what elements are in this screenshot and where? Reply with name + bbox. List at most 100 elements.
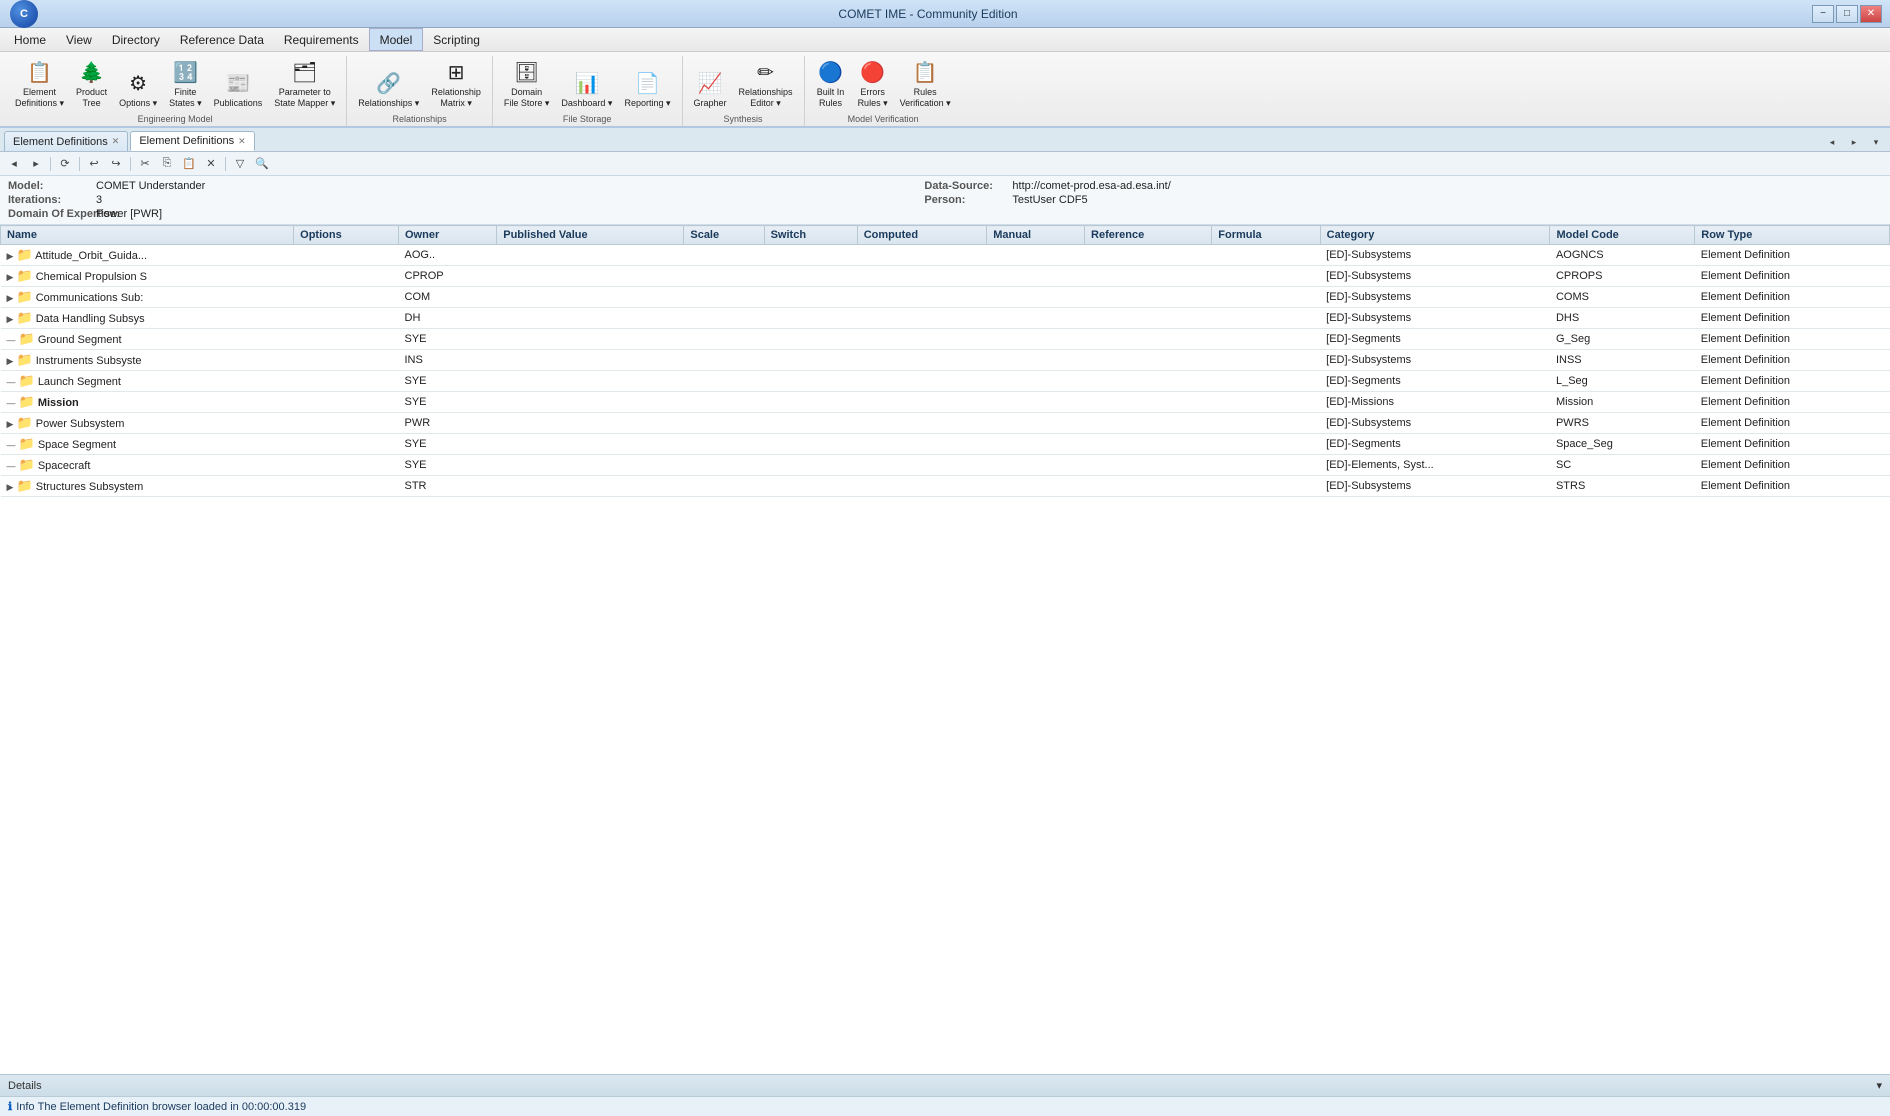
relationships-button[interactable]: 🔗 Relationships ▾ <box>353 56 424 112</box>
cell-category-6: [ED]-Segments <box>1320 371 1550 392</box>
expand-arrow-11[interactable]: ▶ <box>7 482 14 492</box>
table-row[interactable]: — 📁 Launch Segment SYE [ED]-Segments L_S… <box>1 371 1890 392</box>
col-options: Options <box>294 226 399 245</box>
redo-button[interactable]: ↪ <box>106 155 126 173</box>
engineering-group-label: Engineering Model <box>10 114 340 124</box>
tab-close-1[interactable]: ✕ <box>112 136 120 147</box>
cell-row-type-2: Element Definition <box>1695 287 1890 308</box>
back-button[interactable]: ◂ <box>4 155 24 173</box>
table-row[interactable]: ▶ 📁 Communications Sub: COM [ED]-Subsyst… <box>1 287 1890 308</box>
row-name-0: Attitude_Orbit_Guida... <box>35 250 147 262</box>
dashboard-button[interactable]: 📊 Dashboard ▾ <box>556 56 617 112</box>
cell-name-8: ▶ 📁 Power Subsystem <box>1 413 294 434</box>
row-name-5: Instruments Subsyste <box>36 355 142 367</box>
cell-owner-3: DH <box>399 308 497 329</box>
table-row[interactable]: — 📁 Mission SYE [ED]-Missions Mission El… <box>1 392 1890 413</box>
maximize-button[interactable]: □ <box>1836 5 1858 23</box>
synthesis-buttons: 📈 Grapher ✏ RelationshipsEditor ▾ <box>689 56 798 112</box>
param-state-icon: 🗂 <box>292 60 317 85</box>
tab-element-definitions-1[interactable]: Element Definitions ✕ <box>4 131 128 151</box>
expand-arrow-0[interactable]: ▶ <box>7 251 14 261</box>
row-name-8: Power Subsystem <box>36 418 125 430</box>
cell-options-7 <box>294 392 399 413</box>
options-button[interactable]: ⚙ Options ▾ <box>114 56 162 112</box>
relationships-editor-button[interactable]: ✏ RelationshipsEditor ▾ <box>734 56 798 112</box>
cell-row-type-7: Element Definition <box>1695 392 1890 413</box>
cell-options-5 <box>294 350 399 371</box>
engineering-buttons: 📋 ElementDefinitions ▾ 🌲 ProductTree ⚙ O… <box>10 56 340 112</box>
delete-button[interactable]: ✕ <box>201 155 221 173</box>
folder-icon-5: 📁 <box>16 352 32 367</box>
publications-button[interactable]: 📰 Publications <box>209 56 268 112</box>
menu-model[interactable]: Model <box>369 28 424 51</box>
menu-directory[interactable]: Directory <box>102 28 170 51</box>
grapher-button[interactable]: 📈 Grapher <box>689 56 732 112</box>
table-row[interactable]: — 📁 Spacecraft SYE [ED]-Elements, Syst..… <box>1 455 1890 476</box>
expand-arrow-10[interactable]: — <box>7 461 16 471</box>
menu-reference-data[interactable]: Reference Data <box>170 28 274 51</box>
rules-verification-button[interactable]: 📋 RulesVerification ▾ <box>895 56 956 112</box>
cell-manual-8 <box>987 413 1085 434</box>
finite-states-button[interactable]: 🔢 FiniteStates ▾ <box>164 56 207 112</box>
table-row[interactable]: ▶ 📁 Instruments Subsyste INS [ED]-Subsys… <box>1 350 1890 371</box>
table-row[interactable]: ▶ 📁 Power Subsystem PWR [ED]-Subsystems … <box>1 413 1890 434</box>
folder-icon-11: 📁 <box>16 478 32 493</box>
expand-arrow-2[interactable]: ▶ <box>7 293 14 303</box>
cell-switch-10 <box>764 455 857 476</box>
tab-scroll-left[interactable]: ◂ <box>1822 133 1842 151</box>
menu-home[interactable]: Home <box>4 28 56 51</box>
filter-button[interactable]: ▽ <box>230 155 250 173</box>
table-row[interactable]: ▶ 📁 Attitude_Orbit_Guida... AOG.. [ED]-S… <box>1 245 1890 266</box>
menu-requirements[interactable]: Requirements <box>274 28 369 51</box>
cell-reference-0 <box>1085 245 1212 266</box>
errors-rules-button[interactable]: 🔴 ErrorsRules ▾ <box>853 56 893 112</box>
relationship-matrix-button[interactable]: ⊞ RelationshipMatrix ▾ <box>426 56 486 112</box>
cell-row-type-10: Element Definition <box>1695 455 1890 476</box>
expand-arrow-1[interactable]: ▶ <box>7 272 14 282</box>
cut-button[interactable]: ✂ <box>135 155 155 173</box>
product-tree-button[interactable]: 🌲 ProductTree <box>71 56 112 112</box>
menu-view[interactable]: View <box>56 28 102 51</box>
element-definitions-button[interactable]: 📋 ElementDefinitions ▾ <box>10 56 69 112</box>
ribbon-group-verification: 🔵 Built InRules 🔴 ErrorsRules ▾ 📋 RulesV… <box>805 56 962 126</box>
cell-scale-7 <box>684 392 764 413</box>
cell-published-8 <box>497 413 684 434</box>
copy-button[interactable]: ⎘ <box>157 155 177 173</box>
tab-scroll-right[interactable]: ▸ <box>1844 133 1864 151</box>
expand-arrow-6[interactable]: — <box>7 377 16 387</box>
forward-button[interactable]: ▸ <box>26 155 46 173</box>
tab-close-2[interactable]: ✕ <box>238 136 246 147</box>
paste-button[interactable]: 📋 <box>179 155 199 173</box>
reporting-button[interactable]: 📄 Reporting ▾ <box>619 56 675 112</box>
dashboard-icon: 📊 <box>574 71 599 96</box>
publications-icon: 📰 <box>225 71 250 96</box>
built-in-rules-button[interactable]: 🔵 Built InRules <box>811 56 851 112</box>
table-row[interactable]: ▶ 📁 Chemical Propulsion S CPROP [ED]-Sub… <box>1 266 1890 287</box>
expand-status-icon[interactable]: ▾ <box>1876 1079 1882 1092</box>
expand-arrow-9[interactable]: — <box>7 440 16 450</box>
undo-button[interactable]: ↩ <box>84 155 104 173</box>
tab-menu[interactable]: ▾ <box>1866 133 1886 151</box>
tab-element-definitions-2[interactable]: Element Definitions ✕ <box>130 131 254 151</box>
title-bar: C COMET IME - Community Edition − □ ✕ <box>0 0 1890 28</box>
expand-arrow-7[interactable]: — <box>7 398 16 408</box>
menu-scripting[interactable]: Scripting <box>423 28 490 51</box>
cell-formula-0 <box>1212 245 1320 266</box>
expand-arrow-3[interactable]: ▶ <box>7 314 14 324</box>
close-button[interactable]: ✕ <box>1860 5 1882 23</box>
parameter-to-state-button[interactable]: 🗂 Parameter toState Mapper ▾ <box>269 56 340 112</box>
ribbon: 📋 ElementDefinitions ▾ 🌲 ProductTree ⚙ O… <box>0 52 1890 128</box>
expand-arrow-8[interactable]: ▶ <box>7 419 14 429</box>
table-row[interactable]: — 📁 Ground Segment SYE [ED]-Segments G_S… <box>1 329 1890 350</box>
expand-arrow-4[interactable]: — <box>7 335 16 345</box>
minimize-button[interactable]: − <box>1812 5 1834 23</box>
domain-file-store-button[interactable]: 🗄 DomainFile Store ▾ <box>499 56 555 112</box>
options-icon: ⚙ <box>129 71 147 96</box>
table-row[interactable]: ▶ 📁 Data Handling Subsys DH [ED]-Subsyst… <box>1 308 1890 329</box>
table-row[interactable]: ▶ 📁 Structures Subsystem STR [ED]-Subsys… <box>1 476 1890 497</box>
data-source-label: Data-Source: <box>924 180 1004 192</box>
search-button[interactable]: 🔍 <box>252 155 272 173</box>
table-row[interactable]: — 📁 Space Segment SYE [ED]-Segments Spac… <box>1 434 1890 455</box>
refresh-button[interactable]: ⟳ <box>55 155 75 173</box>
expand-arrow-5[interactable]: ▶ <box>7 356 14 366</box>
